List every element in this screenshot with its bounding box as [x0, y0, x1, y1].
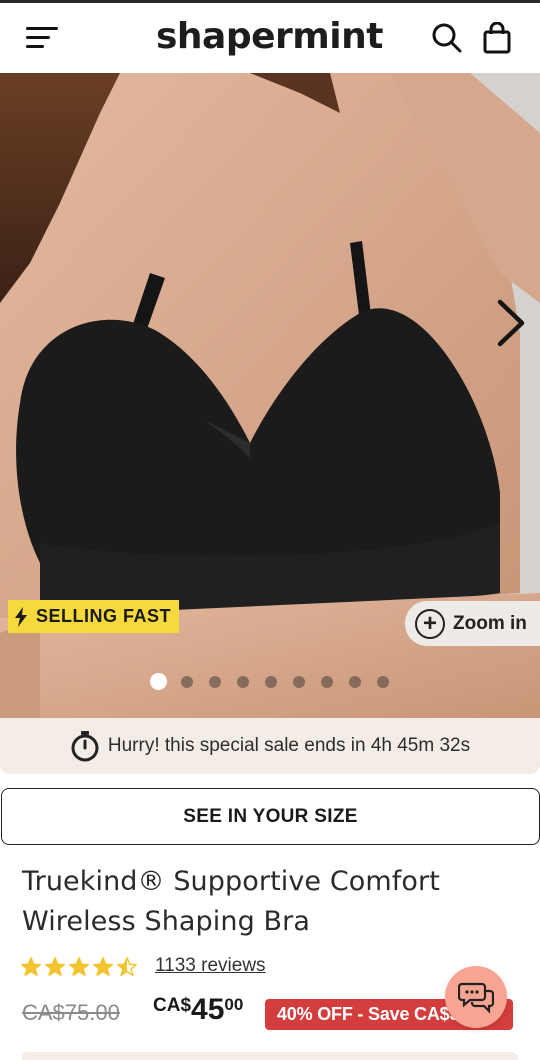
sale-countdown-text: Hurry! this special sale ends in 4h 45m …	[107, 735, 471, 756]
price-cents: 00	[224, 995, 244, 1014]
star-full-icon	[69, 957, 89, 976]
product-image-gallery[interactable]: SELLING FAST + Zoom in	[0, 73, 540, 718]
see-in-your-size-button[interactable]: SEE IN YOUR SIZE	[1, 788, 540, 845]
carousel-dot[interactable]	[377, 675, 389, 688]
carousel-dot[interactable]	[237, 675, 249, 688]
zoom-in-label: Zoom in	[453, 612, 527, 634]
search-icon[interactable]	[430, 21, 464, 55]
chat-support-icon[interactable]	[445, 966, 507, 1028]
shopping-bag-icon[interactable]	[480, 21, 514, 55]
star-full-icon	[21, 957, 41, 976]
lightning-bolt-icon	[14, 606, 28, 627]
original-price: CA$75.00	[22, 1000, 120, 1025]
selling-fast-label: SELLING FAST	[36, 606, 172, 626]
carousel-pagination	[150, 673, 405, 690]
price-currency: CA$	[153, 995, 192, 1016]
price-whole: 45	[191, 993, 225, 1026]
carousel-dot[interactable]	[349, 675, 361, 688]
selling-fast-badge: SELLING FAST	[8, 600, 180, 633]
shapermint-logo[interactable]: shapermint	[156, 15, 383, 59]
site-header: shapermint	[0, 3, 540, 73]
stopwatch-icon	[70, 730, 100, 762]
star-half-icon	[117, 957, 137, 976]
sale-countdown-banner: Hurry! this special sale ends in 4h 45m …	[0, 718, 540, 774]
product-title: Truekind® Supportive Comfort Wireless Sh…	[22, 866, 440, 937]
zoom-in-button[interactable]: + Zoom in	[405, 601, 540, 646]
next-section-edge	[22, 1052, 518, 1060]
header-actions	[430, 21, 514, 55]
next-image-chevron-icon[interactable]	[494, 298, 528, 348]
carousel-dot[interactable]	[265, 675, 277, 688]
star-full-icon	[45, 957, 65, 976]
sale-price: CA$4500	[153, 993, 243, 1027]
carousel-dot[interactable]	[209, 675, 221, 688]
carousel-dot[interactable]	[150, 673, 167, 690]
carousel-dot[interactable]	[321, 675, 333, 688]
hamburger-menu-icon[interactable]	[26, 25, 58, 51]
star-full-icon	[93, 957, 113, 976]
carousel-dot[interactable]	[181, 675, 193, 688]
carousel-dot[interactable]	[293, 675, 305, 688]
plus-circle-icon: +	[415, 608, 445, 639]
star-rating	[20, 956, 138, 978]
reviews-link[interactable]: 1133 reviews	[155, 955, 266, 977]
